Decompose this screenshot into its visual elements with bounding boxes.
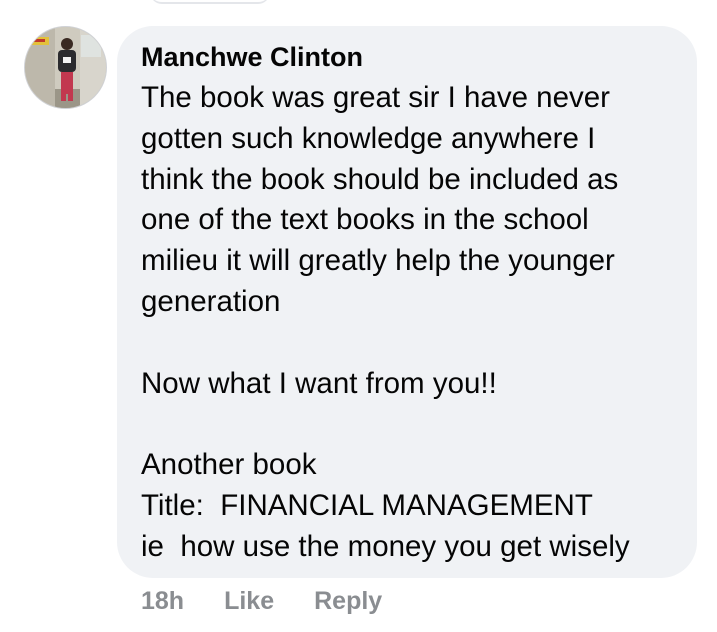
comment-author-name[interactable]: Manchwe Clinton xyxy=(141,40,363,74)
comment-text-line: think the book should be included as xyxy=(141,162,619,196)
comment-text-line: generation xyxy=(141,284,281,318)
comment-actions: 18h Like Reply xyxy=(141,583,382,619)
comment-text-line: Another book xyxy=(141,448,317,482)
comment-timestamp[interactable]: 18h xyxy=(141,587,184,616)
comment-text-line xyxy=(141,323,686,364)
user-profile-photo-icon xyxy=(25,27,106,108)
comment-text-line: gotten such knowledge anywhere I xyxy=(141,121,596,155)
like-button[interactable]: Like xyxy=(224,587,274,616)
avatar[interactable] xyxy=(24,26,107,109)
comment-text-line xyxy=(141,404,686,445)
comment-text-line: milieu it will greatly help the younger xyxy=(141,244,615,278)
comment-text: The book was great sir I have never gott… xyxy=(141,78,686,568)
comment-text-line: one of the text books in the school xyxy=(141,203,589,237)
reply-button[interactable]: Reply xyxy=(314,587,382,616)
comment-text-line: Now what I want from you!! xyxy=(141,366,497,400)
comment-text-line: ie how use the money you get wisely xyxy=(141,529,630,563)
comment-text-line: The book was great sir I have never xyxy=(141,81,610,114)
previous-comment-edge xyxy=(150,0,270,4)
comment-text-line: Title: FINANCIAL MANAGEMENT xyxy=(141,488,593,522)
